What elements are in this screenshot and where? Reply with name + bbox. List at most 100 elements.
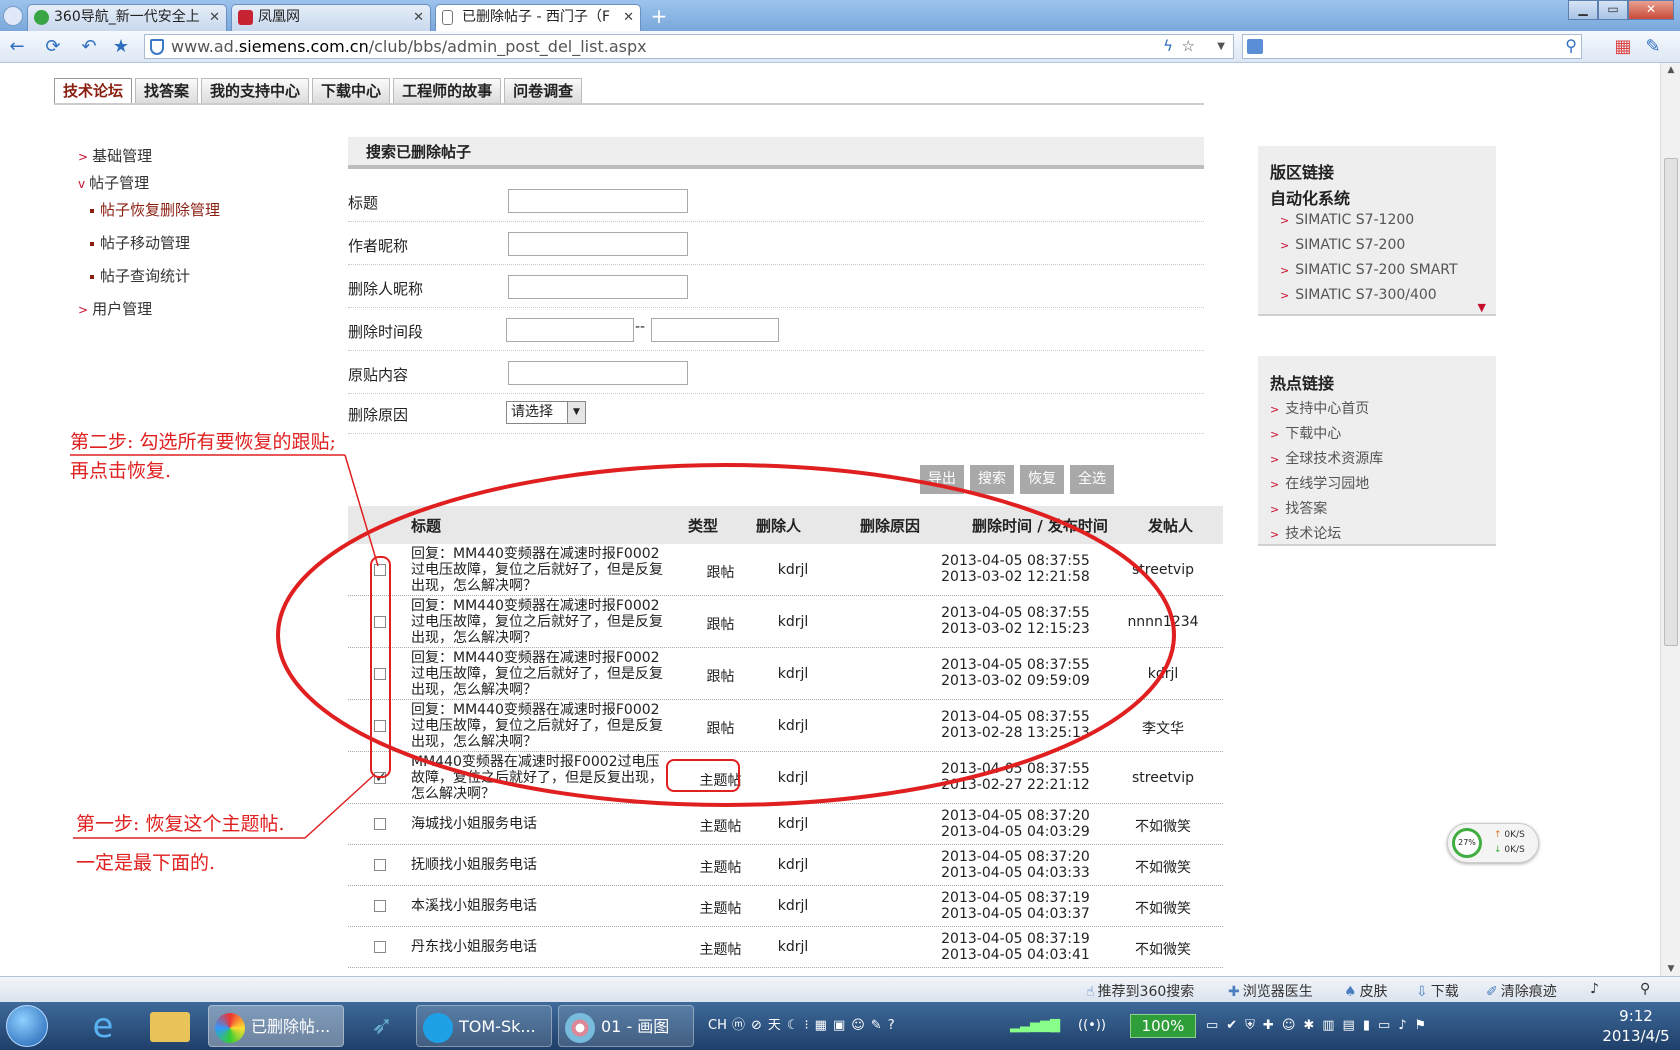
hot-link[interactable]: > 全球技术资源库	[1270, 448, 1383, 468]
restore-button[interactable]: 恢复	[1020, 465, 1064, 494]
row-checkbox[interactable]	[374, 818, 386, 830]
browser-tab-2[interactable]: 凤凰网 ✕	[231, 4, 431, 31]
close-icon[interactable]: ✕	[209, 5, 220, 30]
folder-icon[interactable]	[144, 1005, 200, 1047]
row-author[interactable]: streetvip	[1108, 770, 1218, 786]
apps-grid-icon[interactable]: ▦	[1612, 36, 1634, 58]
maximize-button[interactable]: ▭	[1598, 0, 1628, 20]
ime-toolbar[interactable]: ⓜ⊘天☾⁝▦▣☺✎?	[732, 1002, 901, 1050]
nav-item-users[interactable]: > 用户管理	[78, 298, 152, 319]
taskbar-app-paint[interactable]: 01 - 画图	[558, 1005, 694, 1047]
dropdown-icon[interactable]: ▼	[1217, 35, 1225, 58]
bird-app-icon[interactable]: ➶	[354, 1005, 410, 1047]
ie-icon[interactable]: e	[78, 1005, 128, 1047]
battery-indicator[interactable]: 100%	[1130, 1014, 1196, 1038]
hot-link[interactable]: > 支持中心首页	[1270, 398, 1369, 418]
nav-item-restore[interactable]: 帖子恢复删除管理	[90, 199, 220, 220]
row-author[interactable]: 不如微笑	[1108, 857, 1218, 877]
site-tab-forum[interactable]: 技术论坛	[54, 78, 133, 103]
row-checkbox[interactable]	[374, 900, 386, 912]
browser-tab-3[interactable]: 已删除帖子 - 西门子（F ✕	[435, 4, 641, 32]
start-button[interactable]	[6, 1005, 48, 1047]
row-title[interactable]: 海城找小姐服务电话	[411, 816, 669, 832]
deleter-input[interactable]	[508, 275, 688, 299]
search-button[interactable]: 搜索	[970, 465, 1014, 494]
row-author[interactable]: kdrjl	[1108, 666, 1218, 682]
tray-icons[interactable]: ▭✔⛨✚☺✱▥▤▮▭♪⚑	[1206, 1002, 1434, 1050]
nav-item-move[interactable]: 帖子移动管理	[90, 232, 190, 253]
row-checkbox[interactable]	[374, 941, 386, 953]
close-icon[interactable]: ✕	[623, 5, 634, 30]
row-author[interactable]: 李文华	[1108, 718, 1218, 738]
row-title[interactable]: 回复：MM440变频器在减速时报F0002过电压故障，复位之后就好了，但是反复出…	[411, 546, 669, 594]
site-tab-answers[interactable]: 找答案	[135, 78, 199, 103]
hot-link[interactable]: > 下载中心	[1270, 423, 1341, 443]
tools-wrench-icon[interactable]: ✎	[1642, 36, 1664, 58]
site-tab-stories[interactable]: 工程师的故事	[393, 78, 502, 103]
refresh-icon[interactable]: ⟳	[42, 36, 64, 58]
system-clock[interactable]: 9:12 2013/4/5	[1596, 1006, 1676, 1046]
scroll-down-icon[interactable]: ▼	[1661, 964, 1680, 974]
search-icon[interactable]: ⚲	[1565, 36, 1577, 55]
row-author[interactable]: 不如微笑	[1108, 816, 1218, 836]
address-bar[interactable]: www.ad.siemens.com.cn/club/bbs/admin_pos…	[144, 34, 1234, 59]
expand-triangle-icon[interactable]: ▼	[1478, 301, 1486, 314]
nav-item-basic[interactable]: > 基础管理	[78, 145, 152, 166]
row-author[interactable]: nnnn1234	[1108, 614, 1218, 630]
signal-strength-icon[interactable]: ▂▃▅▆▇	[1010, 1002, 1060, 1050]
period-start-input[interactable]	[506, 318, 634, 342]
clear-traces[interactable]: ✐ 清除痕迹	[1486, 981, 1557, 1001]
export-button[interactable]: 导出	[920, 465, 964, 494]
row-title[interactable]: 丹东找小姐服务电话	[411, 939, 669, 955]
title-input[interactable]	[508, 189, 688, 213]
hot-link[interactable]: > 找答案	[1270, 498, 1327, 518]
author-input[interactable]	[508, 232, 688, 256]
network-monitor-widget[interactable]: 27% ↑ 0K/S ↓ 0K/S	[1447, 823, 1539, 863]
row-checkbox[interactable]	[374, 668, 386, 680]
row-checkbox[interactable]	[374, 616, 386, 628]
row-checkbox[interactable]	[374, 720, 386, 732]
site-tab-survey[interactable]: 问卷调查	[504, 78, 583, 103]
browser-doctor[interactable]: ✚ 浏览器医生	[1228, 981, 1313, 1001]
zoom-icon[interactable]: ⚲	[1640, 981, 1650, 997]
row-title[interactable]: 回复：MM440变频器在减速时报F0002过电压故障，复位之后就好了，但是反复出…	[411, 598, 669, 646]
hot-link[interactable]: > 在线学习园地	[1270, 473, 1369, 493]
skin[interactable]: ♠ 皮肤	[1344, 981, 1388, 1001]
star-outline-icon[interactable]: ☆	[1182, 35, 1195, 58]
minimize-button[interactable]: ▁	[1568, 0, 1598, 20]
row-checkbox-checked[interactable]: ✓	[374, 771, 387, 785]
search-engine-icon[interactable]	[1247, 39, 1263, 54]
sound-icon[interactable]: ♪	[1590, 981, 1599, 997]
site-tab-support[interactable]: 我的支持中心	[201, 78, 310, 103]
select-all-button[interactable]: 全选	[1070, 465, 1114, 494]
automation-link[interactable]: > SIMATIC S7-200	[1280, 237, 1405, 253]
browser-tab-1[interactable]: 360导航_新一代安全上 ✕	[27, 4, 227, 31]
search-input[interactable]: ⚲	[1242, 34, 1582, 59]
row-author[interactable]: streetvip	[1108, 562, 1218, 578]
recommend-360-search[interactable]: ☝ 推荐到360搜索	[1086, 981, 1194, 1001]
back-icon[interactable]: ←	[6, 36, 28, 58]
scroll-up-icon[interactable]: ▲	[1661, 65, 1680, 75]
vertical-scrollbar[interactable]: ▲ ▼	[1660, 63, 1680, 976]
automation-link[interactable]: > SIMATIC S7-300/400	[1280, 287, 1437, 303]
close-window-button[interactable]: ✕	[1628, 0, 1674, 20]
period-end-input[interactable]	[651, 318, 779, 342]
row-title[interactable]: MM440变频器在减速时报F0002过电压故障，复位之后就好了，但是反复出现，怎…	[411, 754, 669, 802]
row-title[interactable]: 抚顺找小姐服务电话	[411, 857, 669, 873]
row-checkbox[interactable]	[374, 564, 386, 576]
automation-link[interactable]: > SIMATIC S7-1200	[1280, 212, 1414, 228]
undo-icon[interactable]: ↶	[78, 36, 100, 58]
taskbar-app-skype[interactable]: TOM-Sk...	[416, 1005, 552, 1047]
hot-link[interactable]: > 技术论坛	[1270, 523, 1341, 543]
user-icon[interactable]	[3, 6, 23, 26]
download[interactable]: ⇩ 下载	[1416, 981, 1459, 1001]
lightning-icon[interactable]: ϟ	[1163, 35, 1173, 58]
new-tab-button[interactable]: +	[646, 5, 672, 29]
row-author[interactable]: 不如微笑	[1108, 939, 1218, 959]
scroll-thumb[interactable]	[1664, 158, 1678, 646]
language-indicator[interactable]: CH	[708, 1002, 727, 1050]
nav-item-stats[interactable]: 帖子查询统计	[90, 265, 190, 286]
row-author[interactable]: 不如微笑	[1108, 898, 1218, 918]
row-title[interactable]: 回复：MM440变频器在减速时报F0002过电压故障，复位之后就好了，但是反复出…	[411, 650, 669, 698]
row-title[interactable]: 本溪找小姐服务电话	[411, 898, 669, 914]
